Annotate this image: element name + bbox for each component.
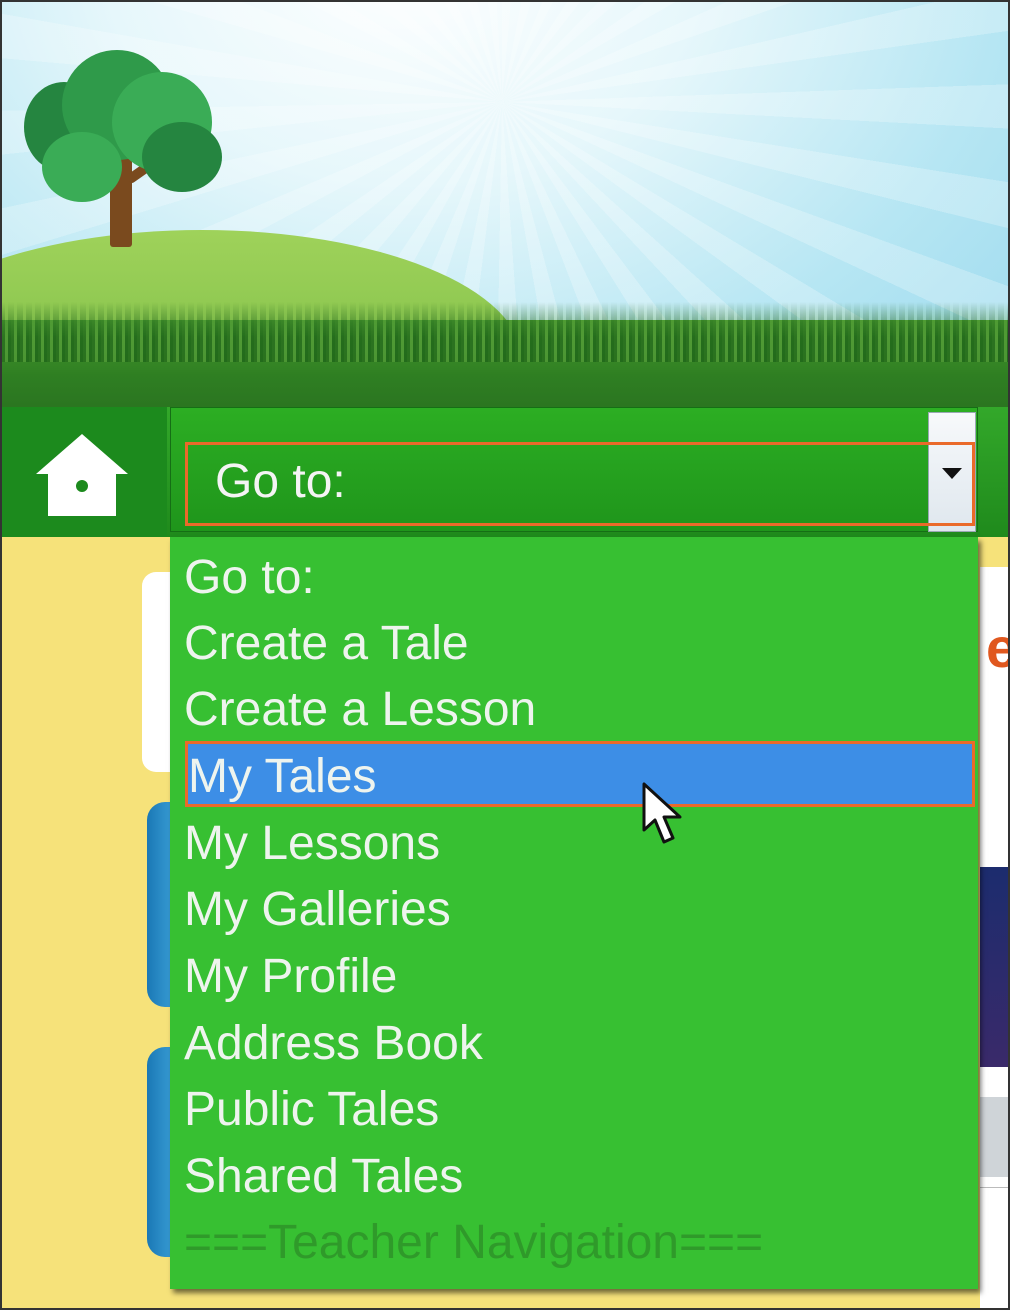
highlight-box-select <box>185 442 975 526</box>
content-strip <box>980 1187 1008 1283</box>
partial-heading: e <box>986 615 1008 680</box>
dropdown-option-create-lesson[interactable]: Create a Lesson <box>184 679 536 741</box>
dropdown-option-teacher-navigation: ===Teacher Navigation=== <box>184 1216 764 1269</box>
content-image <box>980 867 1008 1067</box>
header-banner <box>2 2 1008 412</box>
grass <box>2 302 1008 362</box>
dropdown-option-address-book[interactable]: Address Book <box>184 1013 483 1075</box>
dropdown-option-my-lessons[interactable]: My Lessons <box>184 813 440 875</box>
tree-foliage <box>142 122 222 192</box>
dropdown-option-create-tale[interactable]: Create a Tale <box>184 613 469 675</box>
screenshot-frame: e Go to: Go to: Create a Tale Create a L… <box>0 0 1010 1310</box>
mouse-cursor-icon <box>642 782 682 844</box>
dropdown-option-public-tales[interactable]: Public Tales <box>184 1079 439 1141</box>
content-strip <box>980 1097 1008 1177</box>
tree-foliage <box>42 132 122 202</box>
dropdown-option-my-galleries[interactable]: My Galleries <box>184 879 451 941</box>
dropdown-option-shared-tales[interactable]: Shared Tales <box>184 1146 463 1208</box>
highlight-box-my-tales <box>185 741 975 807</box>
dropdown-option-my-profile[interactable]: My Profile <box>184 946 397 1008</box>
dropdown-option-goto[interactable]: Go to: <box>184 547 315 609</box>
home-icon[interactable] <box>32 430 132 520</box>
